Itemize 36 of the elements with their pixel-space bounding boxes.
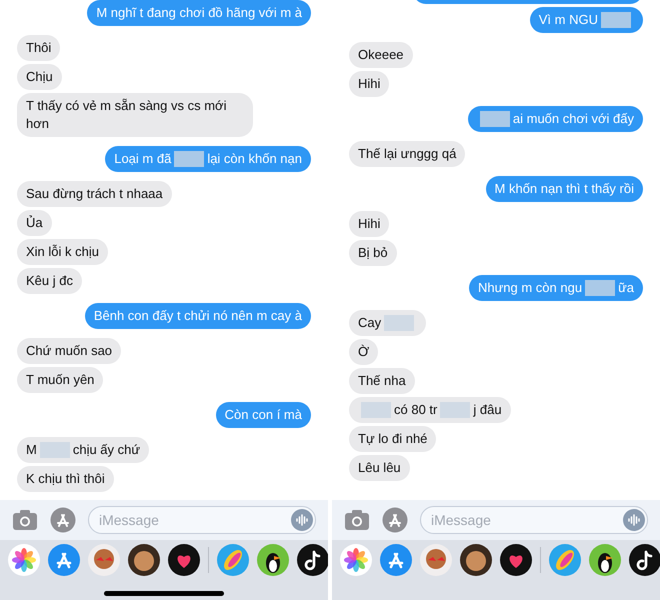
message-text: Thế nha [358, 372, 406, 390]
message-text: Hihi [358, 75, 380, 93]
message-text: Kêu j đc [26, 272, 73, 290]
message-text: Thôi [26, 39, 52, 57]
message-text: Sau đừng trách t nhaaa [26, 185, 163, 203]
message-text: Thế lại ưnggg qá [358, 145, 456, 163]
message-text: chịu ấy chứ [72, 441, 140, 459]
message-text: Nhưng m còn ngu [478, 279, 582, 297]
message-text: Hihi [358, 215, 380, 233]
message-text: Chịu [26, 68, 53, 86]
message-text: có 80 tr [394, 401, 438, 419]
message-text: ữa [618, 279, 634, 297]
message-field[interactable]: iMessage [88, 506, 316, 534]
message-text: K chịu thì thôi [26, 470, 105, 488]
message-text: Lêu lêu [358, 459, 401, 477]
message-text: Còn con í mà [224, 406, 302, 424]
message-text: Okeeee [358, 46, 404, 64]
message-text: T muốn yên [26, 371, 94, 389]
message-text: M khốn nạn thì t thấy rồi [494, 180, 634, 198]
message-text: M nghĩ t đang chơi đồ hãng với m à [96, 4, 302, 22]
message-text: T thấy có vẻ m sẵn sàng vs cs mới hơn [26, 97, 228, 133]
message-text: Ủa [26, 214, 43, 232]
message-text: Chứ muốn sao [26, 342, 112, 360]
message-text: Cay [358, 314, 382, 332]
message-text: Xin lỗi k chịu [26, 243, 99, 261]
message-text: M [26, 441, 37, 459]
message-text: Bị bỏ [358, 244, 388, 262]
message-text: Tự lo đi nhé [358, 430, 428, 448]
message-text: lại còn khốn nạn [207, 150, 302, 168]
message-text: Loại m đã [114, 150, 172, 168]
message-text: ai muốn chơi với đấy [512, 110, 634, 128]
message-field[interactable]: iMessage [420, 506, 648, 534]
message-text: Ờ [358, 343, 370, 361]
message-text: j đâu [473, 401, 502, 419]
message-text: Vì m NGU [538, 11, 598, 29]
message-text: Bênh con đấy t chửi nó nên m cay à [94, 307, 302, 325]
